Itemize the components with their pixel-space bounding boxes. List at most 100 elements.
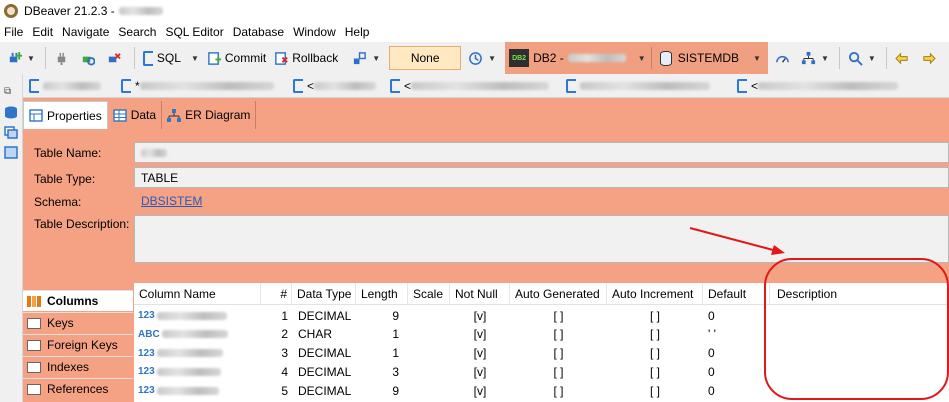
header-scale[interactable]: Scale [408, 283, 450, 305]
not-null-cell[interactable]: [v] [450, 306, 510, 325]
column-name-cell[interactable]: 123 [138, 381, 261, 400]
table-name-field[interactable] [134, 142, 949, 163]
length-cell[interactable]: 9 [356, 381, 403, 400]
restore-icon[interactable]: ⧉ [4, 86, 18, 99]
column-name-cell[interactable]: 123 [138, 362, 261, 381]
new-connection-button[interactable]: ▼ [4, 45, 38, 71]
data-type-cell[interactable]: DECIMAL [298, 344, 356, 363]
table-description-input[interactable] [134, 215, 949, 263]
auto-generated-cell[interactable]: [ ] [510, 344, 607, 363]
scale-cell[interactable] [408, 381, 450, 400]
editor-tab[interactable]: * [115, 74, 286, 98]
projects-icon[interactable] [4, 126, 18, 139]
description-cell[interactable] [776, 381, 949, 400]
transaction-mode-button[interactable]: ▼ [349, 45, 383, 71]
header-auto-generated[interactable]: Auto Generated [510, 283, 607, 305]
connection-selector[interactable]: DB2 DB2 - ▼ [509, 45, 646, 71]
scale-cell[interactable] [408, 362, 450, 381]
default-cell[interactable]: 0 [708, 362, 770, 381]
data-type-cell[interactable]: DECIMAL [298, 306, 356, 325]
description-cell[interactable] [776, 362, 949, 381]
scale-cell[interactable] [408, 344, 450, 363]
header-default[interactable]: Default [703, 283, 770, 305]
schema-link[interactable]: DBSISTEM [141, 194, 202, 208]
not-null-cell[interactable]: [v] [450, 381, 510, 400]
er-diagram-button[interactable]: ▼ [798, 45, 832, 71]
table-type-field[interactable]: TABLE [134, 167, 949, 188]
tab-data[interactable]: Data [108, 101, 163, 129]
reconnect-button[interactable] [77, 45, 101, 71]
menu-window[interactable]: Window [293, 25, 336, 39]
auto-generated-cell[interactable]: [ ] [510, 381, 607, 400]
header-length[interactable]: Length [356, 283, 408, 305]
database-navigator-icon[interactable] [4, 106, 18, 119]
editor-tab[interactable] [23, 74, 114, 98]
description-cell[interactable] [776, 344, 949, 363]
header-auto-increment[interactable]: Auto Increment [607, 283, 703, 305]
menu-edit[interactable]: Edit [32, 25, 53, 39]
scale-cell[interactable] [408, 325, 450, 344]
header-description[interactable]: Description [772, 283, 949, 305]
database-selector[interactable]: SISTEMDB ▼ [657, 45, 764, 71]
header-ordinal[interactable]: # [261, 283, 292, 305]
tab-properties[interactable]: Properties [23, 101, 108, 129]
section-columns[interactable]: Columns [23, 290, 133, 311]
auto-generated-cell[interactable]: [ ] [510, 306, 607, 325]
auto-generated-cell[interactable]: [ ] [510, 362, 607, 381]
length-cell[interactable]: 9 [356, 306, 403, 325]
data-type-cell[interactable]: CHAR [298, 325, 356, 344]
editor-tab[interactable]: < [384, 74, 559, 98]
scale-cell[interactable] [408, 306, 450, 325]
length-cell[interactable]: 1 [356, 344, 403, 363]
default-cell[interactable]: 0 [708, 344, 770, 363]
default-cell[interactable]: 0 [708, 306, 770, 325]
menu-database[interactable]: Database [233, 25, 284, 39]
panel-icon[interactable] [4, 146, 18, 159]
rollback-button[interactable]: Rollback [271, 45, 341, 71]
editor-tab[interactable] [560, 74, 730, 98]
editor-tab[interactable]: < [287, 74, 383, 98]
default-cell[interactable]: ' ' [708, 325, 770, 344]
section-indexes[interactable]: Indexes [23, 356, 133, 377]
table-row[interactable]: 123 1 DECIMAL 9 [v][ ][ ] 0 [134, 306, 949, 325]
not-null-cell[interactable]: [v] [450, 362, 510, 381]
table-row[interactable]: ABC 2 CHAR 1 [v][ ][ ] ' ' [134, 325, 949, 344]
header-data-type[interactable]: Data Type [292, 283, 356, 305]
forward-button[interactable] [918, 45, 942, 71]
section-references[interactable]: References [23, 378, 133, 399]
data-type-cell[interactable]: DECIMAL [298, 381, 356, 400]
length-cell[interactable]: 1 [356, 325, 403, 344]
column-name-cell[interactable]: 123 [138, 344, 261, 363]
num-cell[interactable]: 5 [261, 381, 292, 400]
dashboard-button[interactable] [772, 45, 796, 71]
menu-file[interactable]: File [4, 25, 23, 39]
commit-button[interactable]: Commit [204, 45, 269, 71]
auto-increment-cell[interactable]: [ ] [607, 344, 703, 363]
num-cell[interactable]: 4 [261, 362, 292, 381]
length-cell[interactable]: 3 [356, 362, 403, 381]
column-name-cell[interactable]: ABC [138, 325, 261, 344]
data-type-cell[interactable]: DECIMAL [298, 362, 356, 381]
back-button[interactable] [892, 45, 916, 71]
table-row[interactable]: 123 3 DECIMAL 1 [v][ ][ ] 0 [134, 344, 949, 363]
menu-help[interactable]: Help [345, 25, 370, 39]
sql-editor-button[interactable]: SQL ▼ [140, 45, 202, 71]
auto-increment-cell[interactable]: [ ] [607, 306, 703, 325]
auto-generated-cell[interactable]: [ ] [510, 325, 607, 344]
auto-increment-cell[interactable]: [ ] [607, 362, 703, 381]
column-name-cell[interactable]: 123 [138, 306, 261, 325]
section-foreign-keys[interactable]: Foreign Keys [23, 334, 133, 355]
disconnect-button[interactable] [103, 45, 127, 71]
description-cell[interactable] [776, 306, 949, 325]
header-column-name[interactable]: Column Name [134, 283, 261, 305]
not-null-cell[interactable]: [v] [450, 344, 510, 363]
transaction-log-button[interactable]: ▼ [465, 45, 499, 71]
auto-increment-cell[interactable]: [ ] [607, 325, 703, 344]
default-cell[interactable]: 0 [708, 381, 770, 400]
header-not-null[interactable]: Not Null [450, 283, 510, 305]
transaction-mode-selector[interactable]: None [389, 46, 462, 70]
menu-navigate[interactable]: Navigate [62, 25, 109, 39]
menu-search[interactable]: Search [118, 25, 156, 39]
not-null-cell[interactable]: [v] [450, 325, 510, 344]
table-row[interactable]: 123 5 DECIMAL 9 [v][ ][ ] 0 [134, 381, 949, 400]
